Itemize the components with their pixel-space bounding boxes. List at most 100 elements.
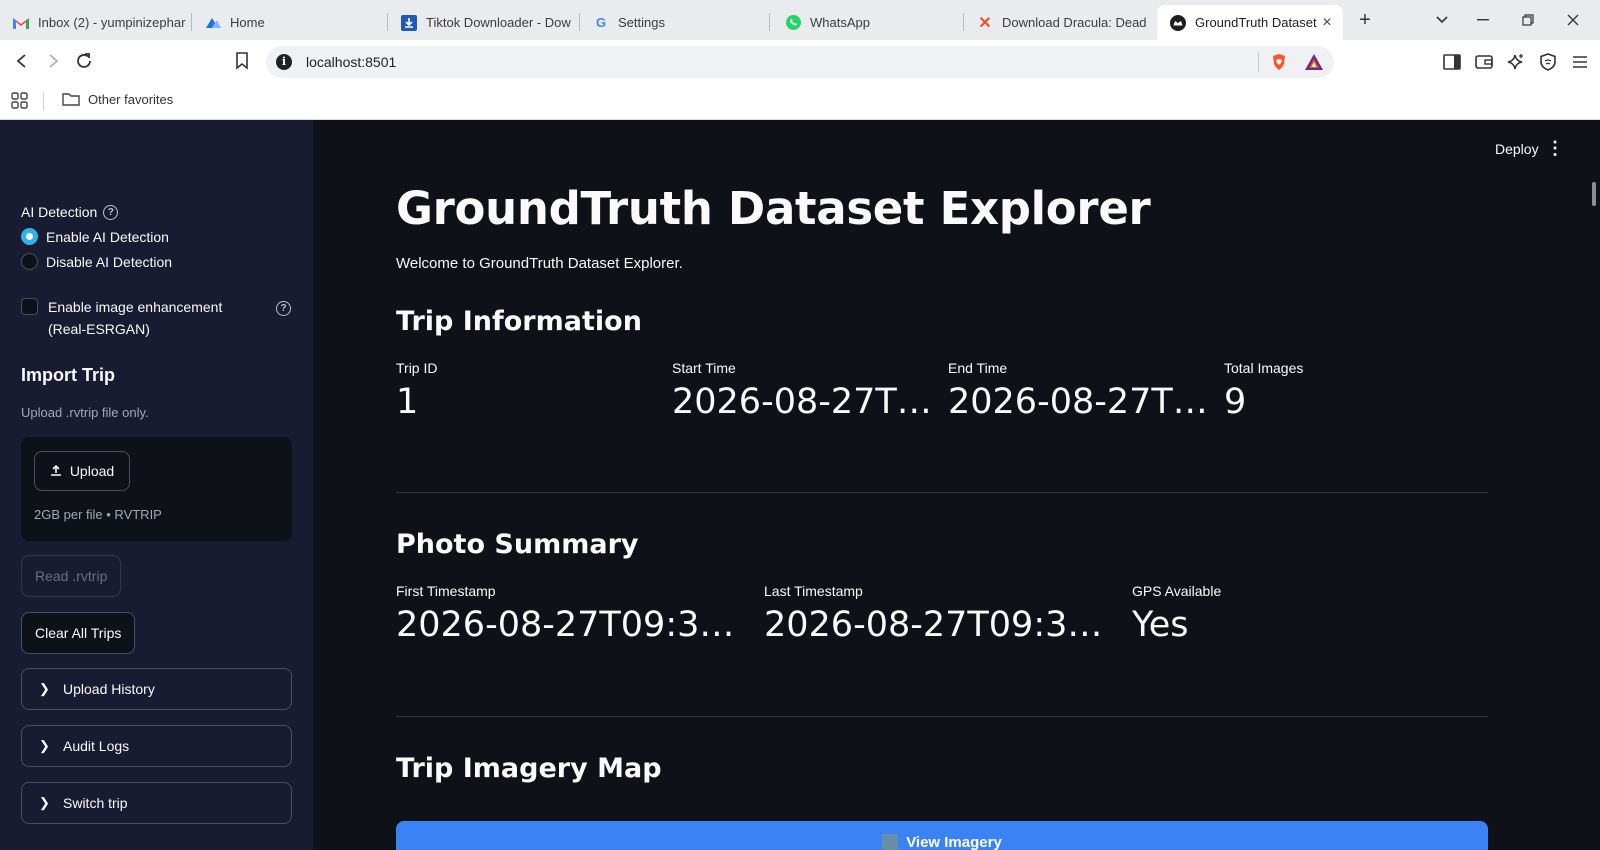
address-url[interactable]: localhost:8501 xyxy=(306,54,396,70)
chevron-right-icon: ❯ xyxy=(39,795,50,810)
gmail-icon xyxy=(12,14,30,32)
folder-icon xyxy=(62,93,80,106)
checkbox-label: Enable image enhancement (Real-ESRGAN) xyxy=(48,299,223,337)
more-options-icon[interactable]: ⋮ xyxy=(1546,138,1564,159)
new-tab-button[interactable]: + xyxy=(1351,8,1379,32)
radio-unselected-icon[interactable] xyxy=(21,253,38,270)
tab-dracula[interactable]: ✕ Download Dracula: Dead xyxy=(964,5,1156,40)
bookmark-folder-other-favorites[interactable]: Other favorites xyxy=(62,91,173,107)
expander-upload-history[interactable]: ❯ Upload History xyxy=(21,668,292,710)
ai-detection-label: AI Detection ? xyxy=(21,204,119,220)
main-content: Deploy ⋮ GroundTruth Dataset Explorer We… xyxy=(313,120,1600,850)
reload-icon[interactable] xyxy=(71,48,97,74)
bookmark-icon[interactable] xyxy=(229,48,255,74)
upload-button-label: Upload xyxy=(69,463,115,479)
view-imagery-button[interactable]: View Imagery xyxy=(396,821,1488,850)
metric-last-timestamp: Last Timestamp 2026-08-27T09:33:20… xyxy=(764,583,1119,645)
sidebar-toggle-icon[interactable] xyxy=(1440,50,1464,74)
upload-limit-text: 2GB per file • RVTRIP xyxy=(34,507,162,522)
photo-summary-heading: Photo Summary xyxy=(396,529,639,560)
tab-groundtruth[interactable]: GroundTruth Dataset × xyxy=(1157,5,1343,40)
page-title: GroundTruth Dataset Explorer xyxy=(396,182,1151,235)
divider xyxy=(396,492,1488,493)
app-sidebar: AI Detection ? Enable AI Detection Disab… xyxy=(0,120,313,850)
address-bar[interactable]: i localhost:8501 xyxy=(266,46,1334,78)
file-dropzone[interactable]: Upload 2GB per file • RVTRIP xyxy=(21,437,292,541)
site-info-icon[interactable]: i xyxy=(276,54,292,70)
metric-label: Total Images xyxy=(1224,360,1304,376)
tab-search-icon[interactable] xyxy=(1428,8,1456,32)
metric-value: 9 xyxy=(1224,382,1247,422)
import-trip-heading: Import Trip xyxy=(21,365,115,385)
checkbox-box[interactable] xyxy=(21,298,38,315)
wallet-icon[interactable] xyxy=(1472,50,1496,74)
map-icon xyxy=(882,834,899,850)
radio-label: Enable AI Detection xyxy=(46,228,169,245)
close-tab-icon[interactable]: × xyxy=(1317,14,1337,32)
radio-label: Disable AI Detection xyxy=(46,253,173,270)
ai-sparkle-icon[interactable] xyxy=(1504,50,1528,74)
restore-icon[interactable] xyxy=(1514,8,1542,32)
ai-detection-label-text: AI Detection xyxy=(21,204,98,220)
metric-label: Trip ID xyxy=(396,360,438,376)
browser-toolbar: i localhost:8501 xyxy=(0,40,1600,83)
metric-value: 1 xyxy=(396,382,419,422)
metric-label: GPS Available xyxy=(1132,583,1222,599)
metric-value: Yes xyxy=(1132,605,1189,645)
browser-tab-strip: Inbox (2) - yumpinizephar Home Tiktok Do… xyxy=(0,0,1600,40)
trip-information-heading: Trip Information xyxy=(396,306,642,337)
read-rvtrip-button[interactable]: Read .rvtrip xyxy=(21,555,122,597)
upload-button[interactable]: Upload xyxy=(34,451,130,491)
help-icon[interactable]: ? xyxy=(276,301,291,316)
menu-icon[interactable] xyxy=(1568,50,1592,74)
metric-value: 2026-08-27T09:31:37… xyxy=(396,605,751,645)
chevron-right-icon: ❯ xyxy=(39,681,50,696)
tab-title: Inbox (2) - yumpinizephar xyxy=(38,15,186,30)
radio-enable-ai[interactable]: Enable AI Detection xyxy=(21,228,169,245)
tab-title: WhatsApp xyxy=(810,15,870,30)
apps-grid-icon[interactable] xyxy=(10,91,30,111)
metric-end-time: End Time 2026-08-27T0… xyxy=(948,360,1210,422)
view-imagery-label: View Imagery xyxy=(906,833,1002,850)
trip-imagery-map-heading: Trip Imagery Map xyxy=(396,753,662,784)
close-window-icon[interactable] xyxy=(1559,8,1587,32)
metric-first-timestamp: First Timestamp 2026-08-27T09:31:37… xyxy=(396,583,751,645)
divider xyxy=(43,92,44,110)
metric-gps-available: GPS Available Yes xyxy=(1132,583,1487,645)
radio-disable-ai[interactable]: Disable AI Detection xyxy=(21,253,172,270)
download-icon xyxy=(400,14,418,32)
tab-whatsapp[interactable]: WhatsApp xyxy=(772,5,964,40)
deploy-button[interactable]: Deploy xyxy=(1495,141,1539,157)
radio-selected-icon[interactable] xyxy=(21,228,38,245)
tab-tiktok-downloader[interactable]: Tiktok Downloader - Dow xyxy=(388,5,580,40)
tab-gmail[interactable]: Inbox (2) - yumpinizephar xyxy=(0,5,192,40)
metric-value: 2026-08-27T09:33:20… xyxy=(764,605,1119,645)
expander-label: Audit Logs xyxy=(63,738,130,754)
tab-settings[interactable]: G Settings xyxy=(580,5,770,40)
brave-shield-icon[interactable] xyxy=(1270,53,1288,71)
metric-label: Start Time xyxy=(672,360,736,376)
checkbox-image-enhancement[interactable]: Enable image enhancement (Real-ESRGAN) ? xyxy=(21,296,291,340)
metric-label: Last Timestamp xyxy=(764,583,863,599)
expander-audit-logs[interactable]: ❯ Audit Logs xyxy=(21,725,292,767)
tab-home[interactable]: Home xyxy=(192,5,388,40)
tab-title: Settings xyxy=(618,15,665,30)
metric-label: End Time xyxy=(948,360,1008,376)
metric-start-time: Start Time 2026-08-27T0… xyxy=(672,360,934,422)
vpn-shield-icon[interactable] xyxy=(1536,50,1560,74)
clear-all-trips-button[interactable]: Clear All Trips xyxy=(21,612,136,654)
back-icon[interactable] xyxy=(9,48,35,74)
minimize-icon[interactable] xyxy=(1469,8,1497,32)
metric-trip-id: Trip ID 1 xyxy=(396,360,656,422)
bookmarks-bar: Other favorites xyxy=(0,83,1600,120)
expander-switch-trip[interactable]: ❯ Switch trip xyxy=(21,782,292,824)
upload-caption: Upload .rvtrip file only. xyxy=(21,405,149,420)
scrollbar[interactable] xyxy=(1592,182,1596,206)
help-icon[interactable]: ? xyxy=(103,204,119,220)
divider xyxy=(1258,52,1259,72)
forward-icon[interactable] xyxy=(40,48,66,74)
tab-title: Home xyxy=(230,15,265,30)
welcome-text: Welcome to GroundTruth Dataset Explorer. xyxy=(396,255,683,272)
tab-title: GroundTruth Dataset xyxy=(1195,15,1317,30)
brave-rewards-icon[interactable] xyxy=(1304,53,1324,71)
